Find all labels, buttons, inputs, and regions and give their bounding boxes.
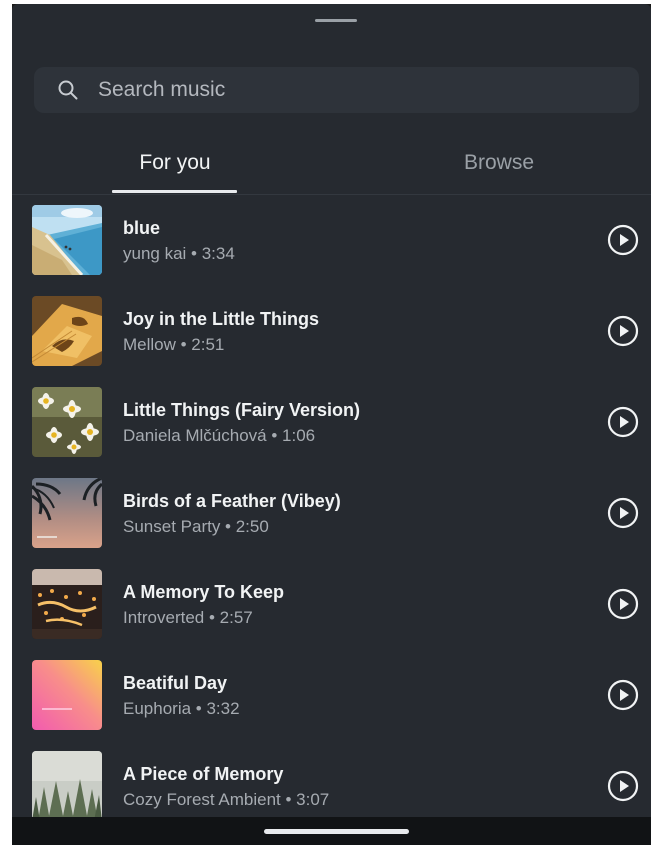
track-row[interactable]: Little Things (Fairy Version) Daniela Ml… [12,377,651,468]
screen: For you Browse [12,4,651,845]
lights-art [32,569,102,639]
search-input[interactable] [98,67,618,113]
track-meta: Daniela Mlčúchová • 1:06 [123,426,316,445]
search-icon [58,80,78,100]
track-meta: Sunset Party • 2:50 [123,517,269,536]
track-title: blue [123,218,161,238]
track-row[interactable]: Birds of a Feather (Vibey) Sunset Party … [12,468,651,559]
tab-browse[interactable]: Browse [409,142,589,194]
track-title: Little Things (Fairy Version) [123,400,361,420]
tab-for-you[interactable]: For you [85,142,265,194]
track-meta: yung kai • 3:34 [123,244,235,263]
palm-sunset-art [32,478,102,548]
play-icon[interactable] [607,588,639,620]
track-row[interactable]: Joy in the Little Things Mellow • 2:51 [12,286,651,377]
drag-handle[interactable] [315,19,357,22]
beach-art [32,205,102,275]
track-title: A Memory To Keep [123,582,285,602]
album-art [32,387,102,457]
track-meta: Cozy Forest Ambient • 3:07 [123,790,330,809]
album-art [32,478,102,548]
track-meta: Introverted • 2:57 [123,608,253,627]
play-icon[interactable] [607,770,639,802]
track-title: A Piece of Memory [123,764,284,784]
track-row[interactable]: blue yung kai • 3:34 [12,195,651,286]
track-row[interactable]: Beatiful Day Euphoria • 3:32 [12,650,651,741]
track-row[interactable]: A Piece of Memory Cozy Forest Ambient • … [12,741,651,817]
track-title: Joy in the Little Things [123,309,320,329]
album-art [32,569,102,639]
play-icon[interactable] [607,679,639,711]
music-picker-sheet: For you Browse [12,4,651,817]
tab-selected-indicator [112,190,237,193]
album-art [32,751,102,817]
forest-art [32,751,102,817]
tab-bar: For you Browse [12,142,651,195]
track-meta: Euphoria • 3:32 [123,699,240,718]
album-art [32,660,102,730]
book-shadow-art [32,296,102,366]
home-indicator[interactable] [264,829,409,834]
track-row[interactable]: A Memory To Keep Introverted • 2:57 [12,559,651,650]
album-art [32,296,102,366]
album-art [32,205,102,275]
play-icon[interactable] [607,497,639,529]
gradient-art [32,660,102,730]
track-title: Beatiful Day [123,673,228,693]
track-title: Birds of a Feather (Vibey) [123,491,341,511]
daisies-art [32,387,102,457]
system-nav-bar [12,817,651,845]
track-meta: Mellow • 2:51 [123,335,225,354]
search-bar[interactable] [34,67,639,113]
play-icon[interactable] [607,315,639,347]
play-icon[interactable] [607,406,639,438]
play-icon[interactable] [607,224,639,256]
